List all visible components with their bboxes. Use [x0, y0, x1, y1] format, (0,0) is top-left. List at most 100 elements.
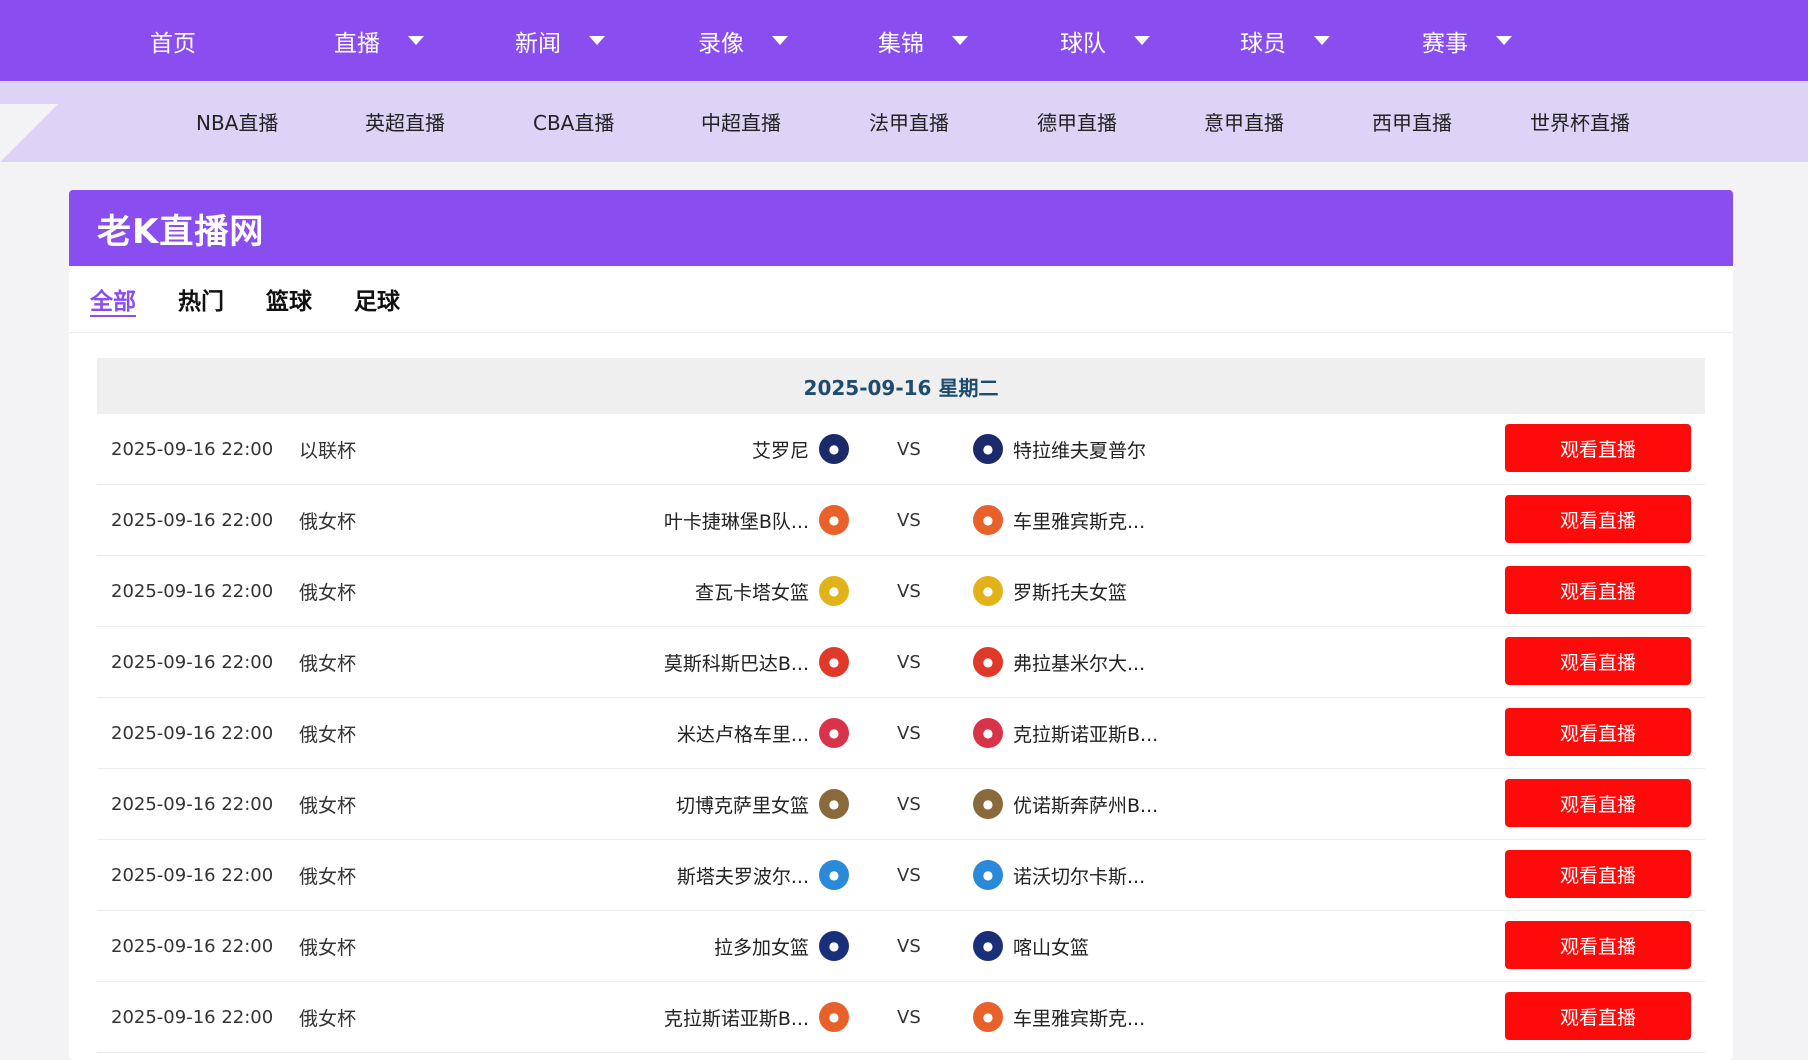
- away-team[interactable]: ● 车里雅宾斯克...: [973, 485, 1145, 555]
- watch-live-button[interactable]: 观看直播: [1505, 495, 1691, 543]
- nav-item-2[interactable]: 新闻: [515, 0, 605, 81]
- team-logo-icon: ●: [973, 860, 1003, 890]
- team-logo-icon: ●: [819, 718, 849, 748]
- home-team[interactable]: 艾罗尼 ●: [752, 414, 849, 484]
- subnav-link-2[interactable]: CBA直播: [533, 81, 614, 162]
- watch-live-button[interactable]: 观看直播: [1505, 708, 1691, 756]
- match-row: 2025-09-16 22:00 俄女杯 莫斯科斯巴达B... ● VS ● 弗…: [97, 627, 1705, 698]
- subnav-link-5[interactable]: 德甲直播: [1037, 81, 1117, 162]
- away-team[interactable]: ● 克拉斯诺亚斯B...: [973, 698, 1158, 768]
- match-league[interactable]: 俄女杯: [299, 485, 356, 555]
- home-team[interactable]: 查瓦卡塔女篮 ●: [695, 556, 849, 626]
- chevron-down-icon: [589, 36, 605, 45]
- nav-item-5[interactable]: 球队: [1060, 0, 1150, 81]
- team-logo-icon: ●: [819, 505, 849, 535]
- match-row: 2025-09-16 22:00 俄女杯 米达卢格车里... ● VS ● 克拉…: [97, 698, 1705, 769]
- nav-item-3[interactable]: 录像: [698, 0, 788, 81]
- chevron-down-icon: [1134, 36, 1150, 45]
- home-team[interactable]: 克拉斯诺亚斯B... ●: [664, 982, 849, 1052]
- subnav-notch-decoration: [0, 104, 58, 162]
- nav-item-label: 赛事: [1422, 30, 1468, 57]
- away-team[interactable]: ● 特拉维夫夏普尔: [973, 414, 1146, 484]
- team-logo-icon: ●: [973, 505, 1003, 535]
- category-tabs: 全部 热门 篮球 足球: [69, 266, 1733, 333]
- tab-0[interactable]: 全部: [90, 282, 136, 316]
- away-team[interactable]: ● 喀山女篮: [973, 911, 1089, 981]
- away-team[interactable]: ● 车里雅宾斯克...: [973, 982, 1145, 1052]
- match-row: 2025-09-16 22:00 以联杯 艾罗尼 ● VS ● 特拉维夫夏普尔 …: [97, 414, 1705, 485]
- away-team-name: 克拉斯诺亚斯B...: [1013, 723, 1159, 746]
- subnav-link-7[interactable]: 西甲直播: [1372, 81, 1452, 162]
- nav-item-0[interactable]: 首页: [150, 0, 196, 81]
- watch-live-button[interactable]: 观看直播: [1505, 424, 1691, 472]
- away-team-name: 罗斯托夫女篮: [1013, 581, 1128, 604]
- home-team[interactable]: 叶卡捷琳堡B队... ●: [664, 485, 849, 555]
- away-team-name: 优诺斯奔萨州B...: [1013, 794, 1159, 817]
- site-logo[interactable]: 老K直播网: [97, 204, 264, 253]
- watch-live-button[interactable]: 观看直播: [1505, 850, 1691, 898]
- nav-item-label: 球员: [1240, 30, 1286, 57]
- subnav-link-4[interactable]: 法甲直播: [869, 81, 949, 162]
- team-logo-icon: ●: [973, 434, 1003, 464]
- date-header: 2025-09-16 星期二: [97, 358, 1705, 414]
- match-league[interactable]: 俄女杯: [299, 840, 356, 910]
- match-time: 2025-09-16 22:00: [111, 438, 274, 460]
- tab-2[interactable]: 篮球: [266, 282, 312, 316]
- nav-item-label: 球队: [1060, 30, 1106, 57]
- home-team[interactable]: 斯塔夫罗波尔... ●: [677, 840, 849, 910]
- match-time: 2025-09-16 22:00: [111, 793, 274, 815]
- top-navigation: 首页 直播 新闻 录像 集锦 球队 球员 赛事: [0, 0, 1808, 81]
- team-logo-icon: ●: [973, 789, 1003, 819]
- tab-3[interactable]: 足球: [354, 282, 400, 316]
- away-team-name: 喀山女篮: [1013, 936, 1090, 959]
- home-team-name: 莫斯科斯巴达B...: [663, 652, 809, 675]
- nav-item-label: 首页: [150, 30, 196, 57]
- watch-live-button[interactable]: 观看直播: [1505, 637, 1691, 685]
- away-team-name: 车里雅宾斯克...: [1013, 510, 1146, 533]
- home-team[interactable]: 切博克萨里女篮 ●: [676, 769, 849, 839]
- team-logo-icon: ●: [819, 434, 849, 464]
- watch-live-button[interactable]: 观看直播: [1505, 779, 1691, 827]
- match-league[interactable]: 俄女杯: [299, 911, 356, 981]
- match-league[interactable]: 俄女杯: [299, 982, 356, 1052]
- subnav-link-1[interactable]: 英超直播: [365, 81, 445, 162]
- vs-label: VS: [897, 651, 921, 673]
- team-logo-icon: ●: [819, 789, 849, 819]
- subnav-link-6[interactable]: 意甲直播: [1204, 81, 1284, 162]
- home-team[interactable]: 莫斯科斯巴达B... ●: [664, 627, 849, 697]
- watch-live-button[interactable]: 观看直播: [1505, 566, 1691, 614]
- vs-label: VS: [897, 793, 921, 815]
- tab-1[interactable]: 热门: [178, 282, 224, 316]
- nav-item-1[interactable]: 直播: [334, 0, 424, 81]
- watch-live-button[interactable]: 观看直播: [1505, 921, 1691, 969]
- team-logo-icon: ●: [819, 860, 849, 890]
- match-league[interactable]: 俄女杯: [299, 627, 356, 697]
- match-row: 2025-09-16 22:00 俄女杯 拉多加女篮 ● VS ● 喀山女篮 观…: [97, 911, 1705, 982]
- away-team[interactable]: ● 诺沃切尔卡斯...: [973, 840, 1145, 910]
- match-row: 2025-09-16 22:00 俄女杯 斯塔夫罗波尔... ● VS ● 诺沃…: [97, 840, 1705, 911]
- subnav-link-0[interactable]: NBA直播: [196, 81, 278, 162]
- away-team[interactable]: ● 罗斯托夫女篮: [973, 556, 1127, 626]
- card-header: 老K直播网: [69, 190, 1733, 266]
- nav-item-4[interactable]: 集锦: [878, 0, 968, 81]
- subnav-link-8[interactable]: 世界杯直播: [1530, 81, 1630, 162]
- home-team[interactable]: 拉多加女篮 ●: [714, 911, 849, 981]
- away-team[interactable]: ● 弗拉基米尔大...: [973, 627, 1145, 697]
- home-team-name: 叶卡捷琳堡B队...: [663, 510, 809, 533]
- match-league[interactable]: 俄女杯: [299, 698, 356, 768]
- match-league[interactable]: 俄女杯: [299, 556, 356, 626]
- away-team-name: 车里雅宾斯克...: [1013, 1007, 1146, 1030]
- subnav-link-3[interactable]: 中超直播: [701, 81, 781, 162]
- match-league[interactable]: 俄女杯: [299, 769, 356, 839]
- team-logo-icon: ●: [819, 1002, 849, 1032]
- home-team-name: 切博克萨里女篮: [675, 794, 809, 817]
- match-league[interactable]: 以联杯: [299, 414, 356, 484]
- watch-live-button[interactable]: 观看直播: [1505, 992, 1691, 1040]
- nav-item-label: 集锦: [878, 30, 924, 57]
- vs-label: VS: [897, 864, 921, 886]
- home-team[interactable]: 米达卢格车里... ●: [677, 698, 849, 768]
- nav-item-7[interactable]: 赛事: [1422, 0, 1512, 81]
- away-team[interactable]: ● 优诺斯奔萨州B...: [973, 769, 1158, 839]
- home-team-name: 拉多加女篮: [713, 936, 809, 959]
- nav-item-6[interactable]: 球员: [1240, 0, 1330, 81]
